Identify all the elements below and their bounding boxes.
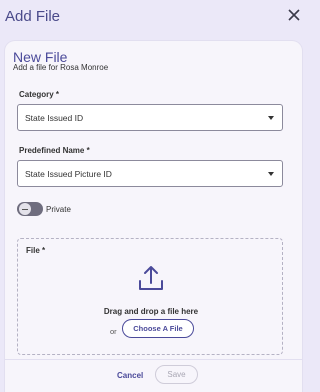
form-subheading: Add a file for Rosa Monroe	[13, 63, 109, 72]
chevron-down-icon	[268, 116, 274, 120]
predefined-name-value: State Issued Picture ID	[25, 169, 112, 179]
footer-divider	[5, 359, 302, 360]
predefined-name-select[interactable]: State Issued Picture ID	[17, 160, 283, 187]
close-icon[interactable]	[287, 8, 301, 22]
toggle-knob	[19, 203, 31, 215]
new-file-form: New File Add a file for Rosa Monroe Cate…	[5, 41, 302, 392]
file-dropzone[interactable]: File * Drag and drop a file here or Choo…	[17, 238, 283, 355]
upload-icon	[139, 266, 163, 290]
or-text: or	[110, 327, 117, 336]
file-label: File *	[26, 246, 46, 255]
category-select[interactable]: State Issued ID	[17, 104, 283, 131]
cancel-button[interactable]: Cancel	[117, 371, 143, 380]
predefined-name-label: Predefined Name *	[19, 146, 90, 155]
save-button[interactable]: Save	[155, 365, 198, 384]
private-toggle[interactable]	[17, 202, 43, 216]
choose-file-button[interactable]: Choose A File	[122, 319, 194, 338]
chevron-down-icon	[268, 172, 274, 176]
dialog-title: Add File	[5, 8, 61, 25]
category-label: Category *	[19, 90, 60, 99]
drag-drop-text: Drag and drop a file here	[103, 307, 199, 316]
dialog-header: Add File	[0, 0, 307, 34]
category-value: State Issued ID	[25, 113, 84, 123]
private-label: Private	[46, 205, 71, 214]
